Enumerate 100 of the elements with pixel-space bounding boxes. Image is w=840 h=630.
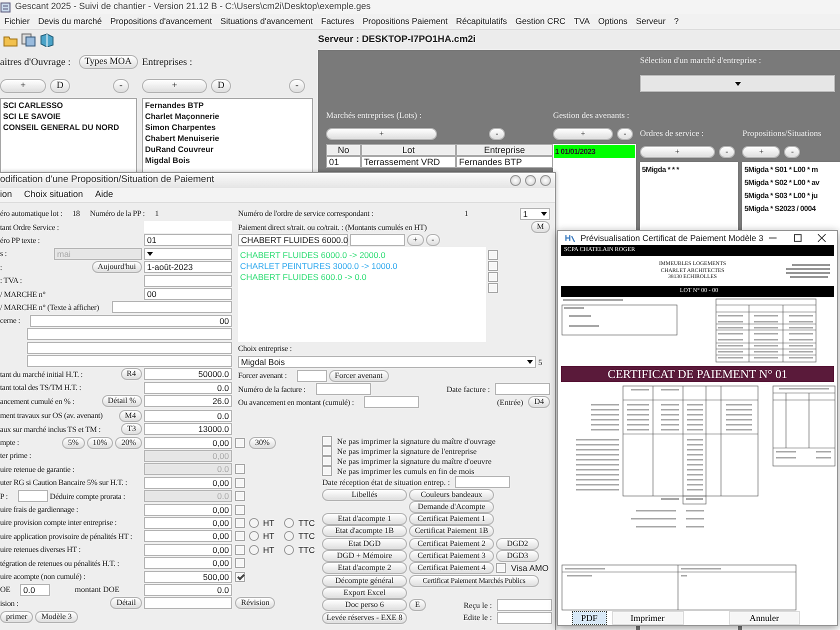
action-button[interactable]: DGD2 (496, 538, 539, 550)
list-item[interactable]: CONSEIL GENERAL DU NORD (3, 122, 134, 133)
input-field[interactable] (497, 612, 552, 624)
menu-item[interactable]: Choix situation (24, 188, 90, 202)
dialog-button[interactable]: PDF (572, 611, 607, 625)
dialog-button[interactable]: Annuler (728, 611, 800, 625)
action-button[interactable]: Certificat Paiement 3 (409, 550, 494, 562)
action-button[interactable]: Libellés (322, 488, 407, 501)
checkbox[interactable] (235, 438, 245, 448)
input-field[interactable] (18, 490, 48, 502)
input-field[interactable]: 0,00 (144, 504, 232, 516)
input-field[interactable]: 0,00 (144, 516, 232, 529)
radio-button[interactable] (284, 518, 294, 528)
input-field[interactable] (296, 370, 327, 382)
dropdown[interactable]: 1 (520, 208, 550, 220)
menu-item[interactable]: Récapitulatifs (452, 15, 512, 28)
input-field[interactable]: 26.0 (144, 395, 232, 408)
input-field[interactable]: 1-août-2023 (144, 261, 232, 274)
input-field[interactable]: 0,00 (144, 544, 232, 556)
checkbox[interactable] (235, 518, 245, 528)
action-button[interactable]: primer (0, 610, 34, 623)
action-button[interactable]: + (407, 234, 424, 246)
list-item[interactable]: Chabert Menuiserie (145, 133, 310, 144)
list-item[interactable]: Migdal Bois (145, 155, 310, 166)
action-button[interactable]: 10% (86, 436, 114, 449)
column-header[interactable]: No (326, 144, 361, 156)
menu-item[interactable]: Aide (95, 188, 120, 202)
input-field[interactable] (495, 383, 550, 396)
input-field[interactable] (27, 354, 232, 367)
close-icon[interactable] (817, 233, 827, 243)
list-button[interactable]: + (326, 128, 437, 140)
action-button[interactable]: Décompte général (322, 574, 407, 587)
radio-button[interactable] (249, 544, 259, 555)
action-button[interactable]: M (530, 221, 550, 234)
input-field[interactable]: 0.0 (144, 584, 232, 596)
checkbox[interactable] (322, 456, 332, 466)
input-field[interactable]: 0,00 (144, 436, 232, 449)
input-field[interactable] (27, 328, 232, 340)
action-button[interactable]: D4 (528, 396, 550, 408)
action-button[interactable]: Levée réserves - EXE 8 (322, 612, 407, 624)
list-button[interactable]: - (289, 79, 305, 93)
list-button[interactable]: + (142, 79, 207, 93)
radio-button[interactable] (284, 544, 294, 555)
input-field[interactable]: 0,00 (144, 530, 232, 542)
action-button[interactable]: Etat d'acompte 1B (322, 525, 407, 538)
input-field[interactable]: 0,00 (144, 557, 232, 570)
input-field[interactable] (112, 301, 232, 314)
input-field[interactable] (144, 597, 232, 610)
checkbox[interactable] (235, 572, 245, 582)
list-item[interactable]: Fernandes BTP (145, 100, 310, 111)
dropdown[interactable]: Migdal Bois (238, 356, 536, 368)
action-button[interactable]: Révision (235, 597, 276, 610)
menu-item[interactable]: Factures (316, 15, 358, 28)
list-item[interactable]: Charlet Maçonnerie (145, 111, 310, 122)
action-button[interactable]: Aujourd'hui (92, 261, 142, 274)
input-field[interactable] (455, 476, 510, 488)
action-button[interactable]: 5% (62, 436, 85, 449)
input-field[interactable]: 00 (30, 314, 232, 327)
input-field[interactable]: 13000.0 (144, 423, 232, 436)
action-button[interactable]: Export Excel (322, 586, 407, 599)
action-button[interactable]: Modèle 3 (35, 610, 78, 623)
checkbox[interactable] (496, 563, 506, 574)
checkbox[interactable] (488, 250, 498, 260)
action-button[interactable]: E (409, 599, 426, 612)
input-field[interactable] (144, 274, 232, 287)
action-button[interactable]: DGD3 (496, 550, 539, 562)
action-button[interactable]: 30% (249, 436, 276, 449)
copy-icon[interactable] (21, 33, 37, 47)
types-button[interactable]: Types MOA (78, 55, 138, 69)
column-header[interactable]: Entreprise (456, 144, 553, 156)
menu-item[interactable]: Propositions d'avancement (106, 15, 216, 28)
radio-button[interactable] (249, 518, 259, 528)
action-button[interactable]: Détail (110, 597, 142, 610)
action-button[interactable]: Etat DGD (322, 538, 407, 550)
radio-button[interactable] (284, 531, 294, 542)
checkbox[interactable] (488, 272, 498, 282)
action-button[interactable]: Etat d'acompte 1 (322, 513, 407, 526)
list-item[interactable]: DuRand Couvreur (145, 144, 310, 155)
window-button[interactable] (525, 175, 536, 186)
menu-item[interactable]: Options (594, 15, 632, 28)
action-button[interactable]: Couleurs bandeaux (409, 488, 494, 501)
action-button[interactable]: Certificat Paiement 4 (409, 562, 494, 574)
action-button[interactable]: Demande d'Acompte (409, 500, 494, 513)
dropdown[interactable] (144, 248, 232, 260)
list-button[interactable]: D (211, 79, 231, 93)
radio-button[interactable] (249, 531, 259, 542)
action-button[interactable]: Certificat Paiement 1B (409, 525, 494, 538)
input-field[interactable]: 0.0 (144, 382, 232, 394)
action-button[interactable]: Doc perso 6 (322, 599, 407, 612)
window-button[interactable] (540, 175, 551, 186)
input-field[interactable] (364, 396, 419, 408)
list-button[interactable]: + (0, 79, 46, 93)
list-button[interactable]: - (489, 128, 505, 140)
menu-item[interactable]: Gestion CRC (511, 15, 570, 28)
action-button[interactable]: DGD + Mémoire (322, 550, 407, 562)
checkbox[interactable] (322, 436, 332, 446)
input-field[interactable]: 500,00 (144, 570, 232, 582)
input-field[interactable]: 50000.0 (144, 368, 232, 380)
checkbox[interactable] (235, 478, 245, 488)
list-item[interactable]: SCI CARLESSO (3, 100, 134, 111)
